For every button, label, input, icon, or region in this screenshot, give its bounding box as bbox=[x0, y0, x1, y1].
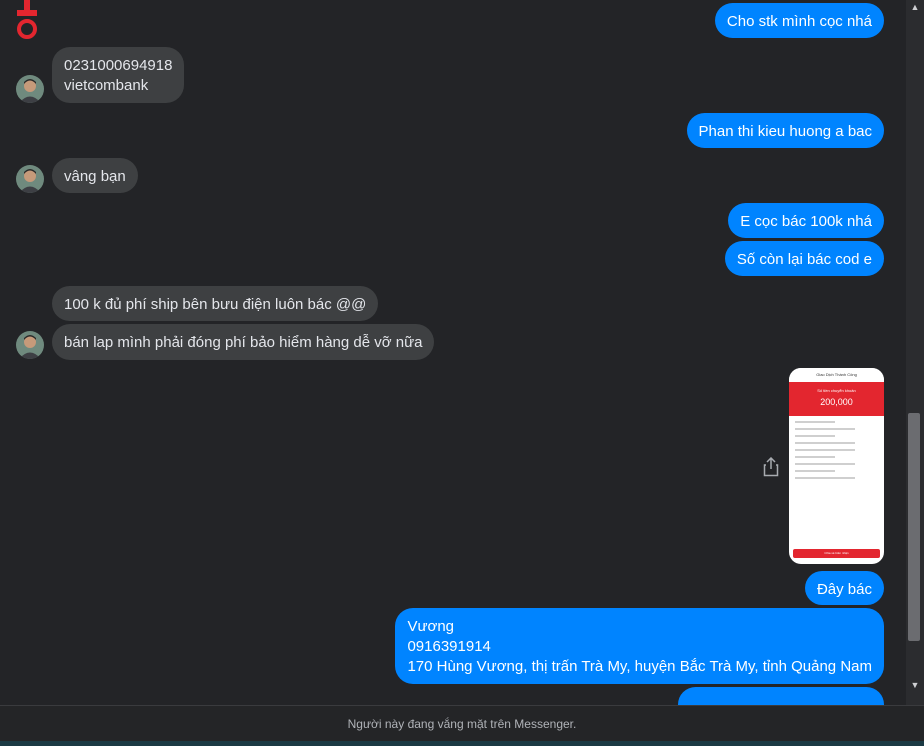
scroll-up-arrow[interactable]: ▲ bbox=[906, 0, 924, 14]
message-text: Vương 0916391914 170 Hùng Vương, thị trấ… bbox=[407, 618, 872, 675]
message-text: vâng bạn bbox=[64, 168, 126, 185]
receipt-line bbox=[795, 421, 835, 423]
avatar-image bbox=[16, 165, 44, 193]
receipt-line bbox=[795, 477, 855, 479]
receipt-amount-band: Số tiền chuyển khoản 200,000 bbox=[789, 382, 884, 416]
message-bubble-incoming[interactable]: bán lap mình phải đóng phí bảo hiểm hàng… bbox=[52, 324, 435, 360]
message-bubble-outgoing[interactable]: E cọc bác 100k nhá bbox=[728, 203, 884, 238]
receipt-header: Giao Dịch Thành Công bbox=[789, 368, 884, 382]
scrollbar-thumb[interactable] bbox=[908, 413, 920, 641]
receipt-amount: 200,000 bbox=[820, 397, 853, 407]
message-bubble-incoming[interactable]: 100 k đủ phí ship bên bưu điện luôn bác … bbox=[52, 286, 379, 321]
avatar[interactable] bbox=[16, 75, 44, 103]
message-text: Phan thi kieu huong a bac bbox=[698, 123, 872, 140]
message-text: 100 k đủ phí ship bên bưu điện luôn bác … bbox=[64, 296, 367, 313]
app-logo-icon bbox=[17, 0, 37, 39]
message-text: Số còn lại bác cod e bbox=[736, 251, 872, 268]
message-bubble-outgoing[interactable]: Đây bác bbox=[804, 571, 884, 605]
message-text: E cọc bác 100k nhá bbox=[740, 213, 872, 230]
avatar[interactable] bbox=[16, 331, 44, 359]
receipt-line bbox=[795, 463, 855, 465]
receipt-line bbox=[795, 435, 835, 437]
receipt-line bbox=[795, 449, 855, 451]
message-text: 0231000694918 vietcombank bbox=[64, 57, 173, 94]
message-thread[interactable]: Cho stk mình cọc nhá 0231000694918 vietc… bbox=[0, 0, 906, 705]
message-text: Đây bác bbox=[816, 581, 872, 598]
message-bubble-outgoing[interactable]: Phan thi kieu huong a bac bbox=[686, 113, 884, 148]
receipt-share-button: Chia sẻ biên nhận bbox=[793, 549, 880, 558]
receipt-image[interactable]: Giao Dịch Thành Công Số tiền chuyển khoả… bbox=[789, 368, 884, 564]
message-text: bán lap mình phải đóng phí bảo hiểm hàng… bbox=[64, 334, 423, 351]
message-text: Cho stk mình cọc nhá bbox=[726, 13, 872, 30]
receipt-amount-label: Số tiền chuyển khoản bbox=[817, 388, 856, 393]
receipt-line bbox=[795, 442, 855, 444]
avatar-image bbox=[16, 75, 44, 103]
message-bubble-incoming[interactable]: vâng bạn bbox=[52, 158, 138, 193]
avatar[interactable] bbox=[16, 165, 44, 193]
receipt-line bbox=[795, 428, 855, 430]
avatar-image bbox=[16, 331, 44, 359]
receipt-line bbox=[795, 456, 835, 458]
presence-status: Người này đang vắng mặt trên Messenger. bbox=[0, 705, 924, 742]
message-bubble-outgoing-partial[interactable] bbox=[678, 687, 884, 705]
message-bubble-incoming[interactable]: 0231000694918 vietcombank bbox=[52, 47, 185, 103]
bottom-strip bbox=[0, 741, 924, 746]
scroll-down-arrow[interactable]: ▼ bbox=[906, 678, 924, 692]
message-bubble-outgoing[interactable]: Vương 0916391914 170 Hùng Vương, thị trấ… bbox=[395, 608, 884, 684]
message-bubble-outgoing[interactable]: Số còn lại bác cod e bbox=[724, 241, 884, 276]
share-icon[interactable] bbox=[763, 457, 779, 477]
message-bubble-outgoing[interactable]: Cho stk mình cọc nhá bbox=[714, 3, 884, 38]
receipt-line bbox=[795, 470, 835, 472]
